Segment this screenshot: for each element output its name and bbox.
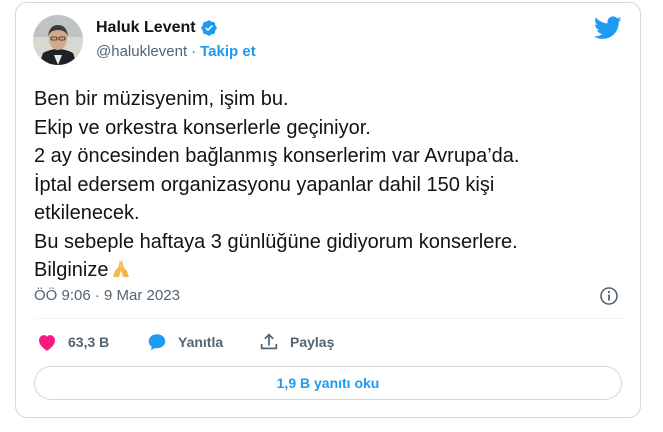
action-bar: 63,3 B Yanıtla Paylaş [36,331,334,353]
like-count: 63,3 B [68,334,110,350]
folded-hands-icon [113,259,130,277]
share-label: Paylaş [290,334,335,350]
divider [34,318,624,319]
twitter-bird-icon[interactable] [594,16,622,40]
info-icon[interactable] [599,286,619,306]
handle-row: @haluklevent · Takip et [96,43,256,60]
tweet-line: Bilginize [34,259,109,281]
tweet-timestamp[interactable]: ÖÖ 9:06 · 9 Mar 2023 [34,287,180,304]
follow-button[interactable]: Takip et [200,43,256,60]
reply-bubble-icon [148,334,166,351]
heart-icon [39,335,55,351]
tweet-line: İptal edersem organizasyonu yapanlar dah… [34,173,495,196]
user-handle[interactable]: @haluklevent [96,43,187,60]
read-replies-button[interactable]: 1,9 B yanıtı oku [34,366,622,400]
tweet-line: Bu sebeple haftaya 3 günlüğüne gidiyorum… [34,230,518,253]
user-name[interactable]: Haluk Levent [96,19,196,37]
tweet-line: etkilenecek. [34,202,140,224]
share-upload-icon [260,333,278,350]
reply-button[interactable]: Yanıtla [146,331,258,353]
avatar-photo [33,15,83,65]
share-button[interactable]: Paylaş [258,331,334,353]
user-name-row: Haluk Levent [96,19,218,37]
tweet-line: Ekip ve orkestra konserlerle geçiniyor. [34,116,371,139]
avatar[interactable] [33,15,83,65]
separator-dot: · [191,43,197,60]
tweet-line-last: Bilginize [34,256,624,285]
tweet-line: 2 ay öncesinden bağlanmış konserlerim va… [34,145,520,167]
like-button[interactable]: 63,3 B [36,331,146,353]
reply-label: Yanıtla [178,334,224,350]
tweet-line: Ben bir müzisyenim, işim bu. [34,88,289,110]
verified-badge-icon [200,19,218,37]
tweet-text: Ben bir müzisyenim, işim bu. Ekip ve ork… [34,85,624,285]
